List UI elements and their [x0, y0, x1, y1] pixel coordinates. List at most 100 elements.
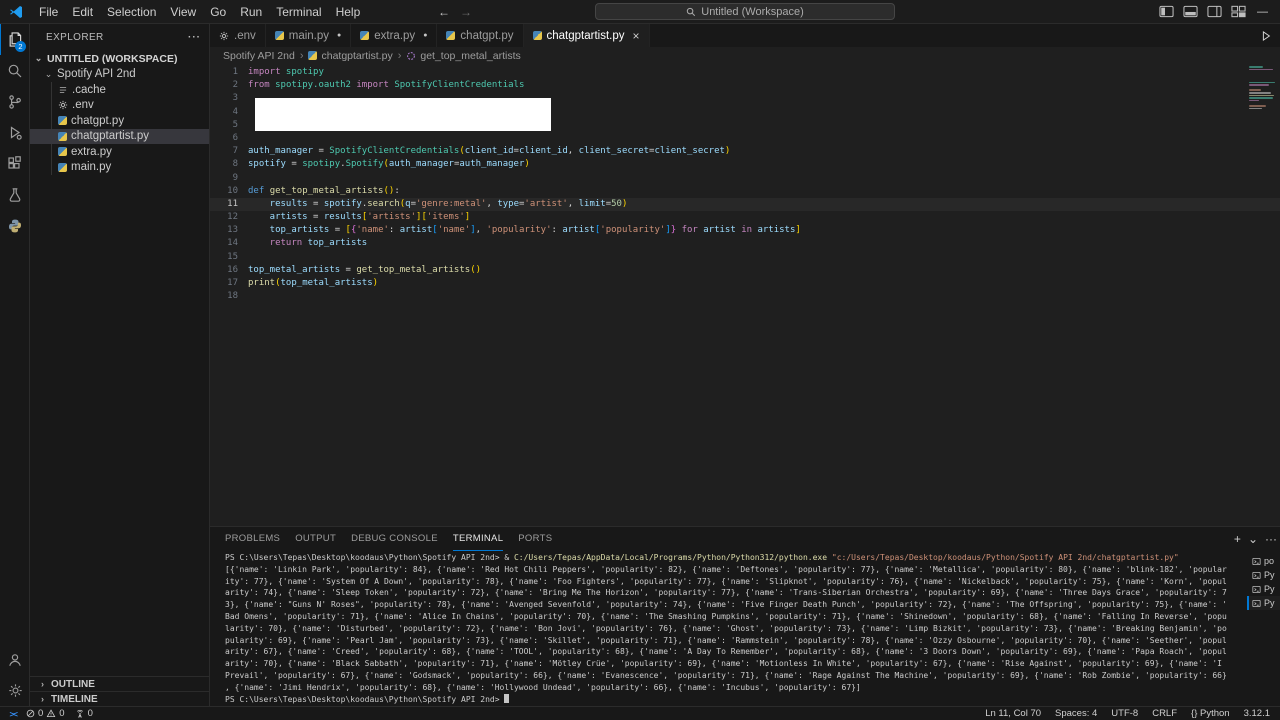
code-line-15[interactable]: 15 — [210, 251, 1280, 264]
run-file-button[interactable] — [1260, 30, 1272, 42]
menu-terminal[interactable]: Terminal — [269, 0, 328, 23]
panel-more-actions[interactable]: ··· — [1265, 532, 1277, 546]
panel-tab-ports[interactable]: PORTS — [518, 527, 552, 551]
line-number: 8 — [232, 159, 238, 170]
code-line-10[interactable]: 10 def get_top_metal_artists(): — [210, 185, 1280, 198]
status-eol[interactable]: CRLF — [1152, 708, 1177, 719]
panel-tab-debug-console[interactable]: DEBUG CONSOLE — [351, 527, 438, 551]
terminal-output-line: arity': 70}, {'name': 'Black Sabbath', '… — [225, 659, 1222, 669]
code-line-1[interactable]: 1 import spotipy — [210, 66, 1280, 79]
tab-.env[interactable]: .env — [210, 24, 266, 47]
workspace-root[interactable]: ⌄ UNTITLED (WORKSPACE) — [30, 51, 209, 67]
panel-tab-output[interactable]: OUTPUT — [295, 527, 336, 551]
code-line-7[interactable]: 7 auth_manager = SpotifyClientCredentials… — [210, 145, 1280, 158]
menu-file[interactable]: File — [32, 0, 65, 23]
tab-extra.py[interactable]: extra.py ● — [351, 24, 438, 47]
activitybar-run-debug[interactable] — [0, 117, 29, 148]
status-indentation[interactable]: Spaces: 4 — [1055, 708, 1097, 719]
breadcrumb-item[interactable]: chatgptartist.py — [308, 50, 393, 62]
panel-tab-problems[interactable]: PROBLEMS — [225, 527, 280, 551]
activitybar-testing[interactable] — [0, 179, 29, 210]
problems-status[interactable]: 0 0 — [26, 708, 65, 719]
tab-chatgpt.py[interactable]: chatgpt.py — [437, 24, 524, 47]
code-line-17[interactable]: 17 print(top_metal_artists) — [210, 277, 1280, 290]
status-language-mode[interactable]: {} Python — [1191, 708, 1230, 719]
activitybar-extensions[interactable] — [0, 148, 29, 179]
code-line-11[interactable]: 11 results = spotify. search(q ='genre:met… — [210, 197, 1280, 212]
remote-indicator[interactable]: >< — [0, 707, 26, 720]
status-cursor-position[interactable]: Ln 11, Col 70 — [985, 708, 1041, 719]
terminal-list: po Py Py Py — [1247, 551, 1280, 706]
code-line-18[interactable]: 18 — [210, 290, 1280, 303]
code-line-2[interactable]: 2 from spotipy.oauth2 import SpotifyClien… — [210, 79, 1280, 92]
activitybar-settings[interactable] — [0, 675, 29, 706]
terminal-list-item[interactable]: po — [1247, 554, 1280, 568]
breadcrumb-item[interactable]: get_top_metal_artists — [406, 50, 521, 62]
explorer-badge: 2 — [15, 41, 26, 52]
menu-view[interactable]: View — [163, 0, 203, 23]
back-arrow-icon[interactable]: ← — [438, 5, 450, 19]
menu-edit[interactable]: Edit — [65, 0, 100, 23]
tab-chatgptartist.py[interactable]: chatgptartist.py × — [523, 24, 650, 47]
explorer-title: EXPLORER — [46, 32, 104, 43]
close-icon[interactable]: × — [632, 29, 639, 43]
status-encoding[interactable]: UTF-8 — [1111, 708, 1138, 719]
title-bar: File Edit Selection View Go Run Terminal Help ←… — [0, 0, 1280, 24]
activitybar-explorer[interactable]: 2 — [0, 24, 29, 55]
terminal-list-item[interactable]: Py — [1247, 596, 1280, 610]
code-editor[interactable]: 1 import spotipy 2 from spotipy.oauth2 impo… — [210, 64, 1280, 526]
terminal-dropdown-chevron[interactable]: ⌄ — [1248, 532, 1258, 546]
menu-selection[interactable]: Selection — [100, 0, 163, 23]
activitybar-search[interactable] — [0, 55, 29, 86]
code-line-14[interactable]: 14 return top_artists — [210, 237, 1280, 250]
new-terminal-button[interactable]: + — [1234, 532, 1241, 546]
tab-main.py[interactable]: main.py ● — [265, 24, 352, 47]
menu-run[interactable]: Run — [233, 0, 269, 23]
layout-custom-icon[interactable] — [1231, 5, 1246, 18]
activitybar-source-control[interactable] — [0, 86, 29, 117]
command-center-search[interactable]: Untitled (Workspace) — [595, 3, 895, 20]
layout-right-icon[interactable] — [1207, 5, 1222, 18]
terminal-list-item[interactable]: Py — [1247, 582, 1280, 596]
code-line-13[interactable]: 13 top_artists = [{'name': artist['name'… — [210, 224, 1280, 237]
code-line-8[interactable]: 8 spotify = spotipy. Spotify(auth_manager =… — [210, 158, 1280, 171]
minimap[interactable] — [1249, 66, 1277, 113]
explorer-more-actions[interactable]: ··· — [188, 32, 201, 43]
breadcrumb-item[interactable]: Spotify API 2nd — [223, 50, 295, 62]
minimize-button[interactable]: — — [1257, 0, 1268, 23]
chevron-right-icon: › — [41, 679, 44, 689]
layout-left-icon[interactable] — [1159, 5, 1174, 18]
file-chatgpt.py[interactable]: chatgpt.py — [30, 113, 209, 129]
file-main.py[interactable]: main.py — [30, 160, 209, 176]
forward-arrow-icon[interactable]: → — [460, 5, 472, 19]
terminal-output-line: larity': 70}, {'name': 'Disturbed', 'pop… — [225, 623, 1227, 633]
breadcrumb: Spotify API 2nd › chatgptartist.py › get_t… — [210, 47, 1280, 64]
code-line-16[interactable]: 16 top_metal_artists = get_top_metal_arti… — [210, 264, 1280, 277]
code-line-9[interactable]: 9 — [210, 172, 1280, 185]
file-.env[interactable]: .env — [30, 98, 209, 114]
section-timeline[interactable]: › TIMELINE — [30, 691, 209, 706]
python-file-icon — [360, 31, 370, 40]
terminal-output[interactable]: PS C:\Users\Tepas\Desktop\koodaus\Python… — [210, 551, 1247, 706]
file-icon — [58, 85, 68, 95]
status-python-version[interactable]: 3.12.1 — [1244, 708, 1270, 719]
line-number: 15 — [227, 251, 238, 262]
folder-spotify-api-2nd[interactable]: ⌄ Spotify API 2nd — [30, 67, 209, 83]
activitybar-python[interactable] — [0, 210, 29, 241]
file-extra.py[interactable]: extra.py — [30, 144, 209, 160]
code-line-12[interactable]: 12 artists = results['artists']['items'] — [210, 211, 1280, 224]
file-.cache[interactable]: .cache — [30, 82, 209, 98]
explorer-sidebar: EXPLORER ··· ⌄ UNTITLED (WORKSPACE) ⌄ Sp… — [30, 24, 210, 706]
activitybar-account[interactable] — [0, 644, 29, 675]
terminal-list-item[interactable]: Py — [1247, 568, 1280, 582]
layout-bottom-icon[interactable] — [1183, 5, 1198, 18]
terminal-cursor — [504, 693, 509, 703]
code-line-6[interactable]: 6 — [210, 132, 1280, 145]
panel-tab-terminal[interactable]: TERMINAL — [452, 527, 504, 551]
menu-help[interactable]: Help — [329, 0, 368, 23]
ports-status[interactable]: 0 — [75, 708, 93, 719]
file-chatgptartist.py[interactable]: chatgptartist.py — [30, 128, 209, 144]
section-outline[interactable]: › OUTLINE — [30, 676, 209, 691]
search-icon — [7, 63, 23, 79]
menu-go[interactable]: Go — [203, 0, 233, 23]
